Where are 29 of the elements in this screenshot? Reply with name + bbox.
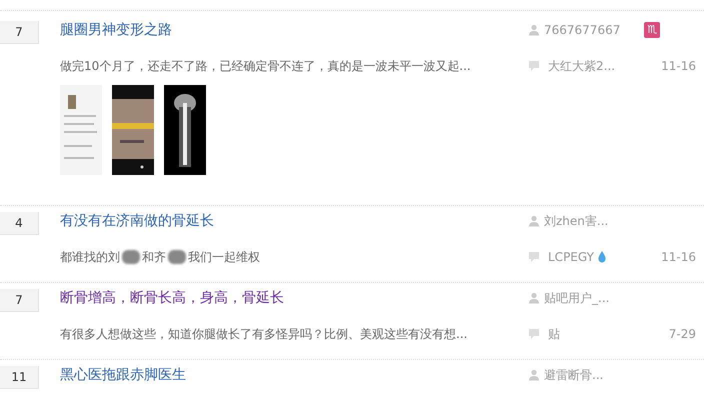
author-name[interactable]: 7667677667 <box>544 23 620 37</box>
zodiac-badge: ♏ <box>644 22 660 38</box>
author-name[interactable]: 避雷断骨... <box>544 366 604 384</box>
thread-title[interactable]: 断骨增高，断骨长高，身高，骨延长 <box>60 289 528 307</box>
last-reply-author[interactable]: LCPEGY <box>548 250 594 264</box>
comment-icon <box>528 251 540 263</box>
comment-icon <box>528 328 540 340</box>
reply-count: 4 <box>0 212 39 235</box>
last-reply-date: 11-16 <box>661 250 696 264</box>
thread-excerpt: 有很多人想做这些，知道你腿做长了有多怪异吗？比例、美观这些有没有想... <box>60 326 468 342</box>
thread-excerpt: 做完10个月了，还走不了路，已经确定骨不连了，真的是一波未平一波又起... <box>60 58 472 74</box>
user-icon <box>528 215 540 227</box>
last-reply-author[interactable]: 大红大紫2... <box>548 58 616 74</box>
reply-count: 7 <box>0 21 39 44</box>
thread-excerpt: 都谁找的刘 和齐 我们一起维权 <box>60 248 261 266</box>
comment-icon <box>528 60 540 72</box>
last-reply-date: 11-16 <box>661 59 696 73</box>
user-icon <box>528 24 540 36</box>
reply-count: 7 <box>0 289 39 312</box>
thread-title[interactable]: 腿圈男神变形之路 <box>60 21 528 39</box>
thread-title[interactable]: 黑心医拖跟赤脚医生 <box>60 366 528 384</box>
author-name[interactable]: 刘zhen害... <box>544 212 608 230</box>
user-icon <box>528 292 540 304</box>
thread-title[interactable]: 有没有在济南做的骨延长 <box>60 212 528 230</box>
author-name[interactable]: 贴吧用户_... <box>544 290 610 306</box>
user-icon <box>528 369 540 381</box>
last-reply-author[interactable]: 贴 <box>548 326 560 342</box>
last-reply-date: 7-29 <box>668 327 696 341</box>
reply-count: 11 <box>0 366 39 389</box>
